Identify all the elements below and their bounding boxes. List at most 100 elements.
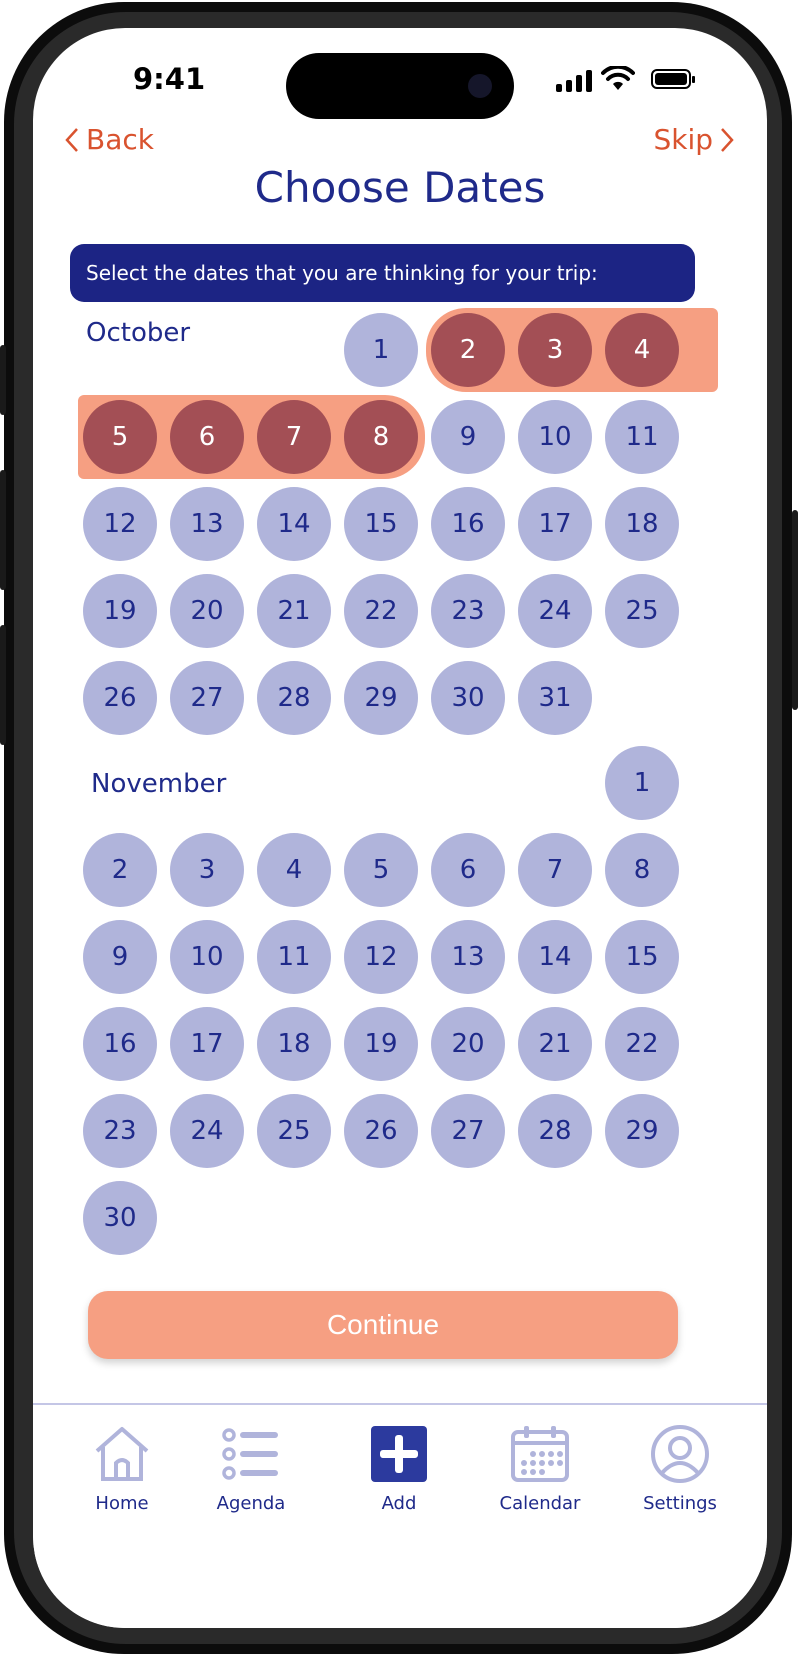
day-october-9[interactable]: 9 (431, 400, 505, 474)
tab-calendar-label: Calendar (499, 1493, 581, 1514)
day-november-27[interactable]: 27 (431, 1094, 505, 1168)
day-november-22[interactable]: 22 (605, 1007, 679, 1081)
day-november-21[interactable]: 21 (518, 1007, 592, 1081)
day-october-15[interactable]: 15 (344, 487, 418, 561)
day-november-5[interactable]: 5 (344, 833, 418, 907)
day-november-14[interactable]: 14 (518, 920, 592, 994)
tab-add[interactable]: Add (344, 1423, 454, 1514)
chevron-right-icon (721, 127, 734, 152)
cellular-signal-icon (556, 70, 594, 92)
tab-calendar[interactable]: Calendar (485, 1423, 595, 1514)
day-november-16[interactable]: 16 (83, 1007, 157, 1081)
day-october-21[interactable]: 21 (257, 574, 331, 648)
day-october-8[interactable]: 8 (344, 400, 418, 474)
day-october-22[interactable]: 22 (344, 574, 418, 648)
volume-down-button (0, 625, 6, 745)
day-november-26[interactable]: 26 (344, 1094, 418, 1168)
add-icon (371, 1426, 427, 1482)
day-november-7[interactable]: 7 (518, 833, 592, 907)
day-october-26[interactable]: 26 (83, 661, 157, 735)
skip-label: Skip (653, 123, 713, 156)
month-label-october: October (86, 318, 191, 348)
day-october-13[interactable]: 13 (170, 487, 244, 561)
day-november-4[interactable]: 4 (257, 833, 331, 907)
home-icon (95, 1427, 149, 1481)
day-october-17[interactable]: 17 (518, 487, 592, 561)
day-october-5[interactable]: 5 (83, 400, 157, 474)
day-november-10[interactable]: 10 (170, 920, 244, 994)
day-october-12[interactable]: 12 (83, 487, 157, 561)
settings-icon (651, 1425, 709, 1483)
tab-bar: Home Agenda Add Calendar Settings (33, 1403, 767, 1628)
day-october-16[interactable]: 16 (431, 487, 505, 561)
day-october-18[interactable]: 18 (605, 487, 679, 561)
day-november-24[interactable]: 24 (170, 1094, 244, 1168)
day-november-3[interactable]: 3 (170, 833, 244, 907)
day-october-4[interactable]: 4 (605, 313, 679, 387)
day-october-7[interactable]: 7 (257, 400, 331, 474)
volume-up-button (0, 470, 6, 590)
tab-agenda[interactable]: Agenda (196, 1423, 306, 1514)
day-november-15[interactable]: 15 (605, 920, 679, 994)
day-october-25[interactable]: 25 (605, 574, 679, 648)
day-october-20[interactable]: 20 (170, 574, 244, 648)
chevron-left-icon (65, 127, 78, 152)
day-october-14[interactable]: 14 (257, 487, 331, 561)
day-october-19[interactable]: 19 (83, 574, 157, 648)
day-october-10[interactable]: 10 (518, 400, 592, 474)
day-november-30[interactable]: 30 (83, 1181, 157, 1255)
day-october-30[interactable]: 30 (431, 661, 505, 735)
day-october-1[interactable]: 1 (344, 313, 418, 387)
continue-button[interactable]: Continue (88, 1291, 678, 1359)
day-november-9[interactable]: 9 (83, 920, 157, 994)
tab-home-label: Home (95, 1493, 149, 1514)
day-november-29[interactable]: 29 (605, 1094, 679, 1168)
tab-agenda-label: Agenda (216, 1493, 286, 1514)
tab-home[interactable]: Home (67, 1423, 177, 1514)
day-november-18[interactable]: 18 (257, 1007, 331, 1081)
tab-add-label: Add (381, 1493, 417, 1514)
battery-icon (651, 69, 695, 89)
dynamic-island (286, 53, 514, 119)
day-november-8[interactable]: 8 (605, 833, 679, 907)
day-october-2[interactable]: 2 (431, 313, 505, 387)
day-october-31[interactable]: 31 (518, 661, 592, 735)
app-screen: 9:41 Back Skip Choose Dates Select the d… (33, 28, 767, 1628)
day-november-6[interactable]: 6 (431, 833, 505, 907)
day-november-25[interactable]: 25 (257, 1094, 331, 1168)
day-november-12[interactable]: 12 (344, 920, 418, 994)
camera-icon (468, 74, 492, 98)
day-november-2[interactable]: 2 (83, 833, 157, 907)
page-title: Choose Dates (254, 163, 546, 212)
power-button (792, 510, 798, 710)
day-november-28[interactable]: 28 (518, 1094, 592, 1168)
day-october-23[interactable]: 23 (431, 574, 505, 648)
day-october-24[interactable]: 24 (518, 574, 592, 648)
instruction-banner: Select the dates that you are thinking f… (70, 244, 695, 302)
day-october-11[interactable]: 11 (605, 400, 679, 474)
back-label: Back (86, 123, 154, 156)
day-november-13[interactable]: 13 (431, 920, 505, 994)
day-november-17[interactable]: 17 (170, 1007, 244, 1081)
day-november-23[interactable]: 23 (83, 1094, 157, 1168)
status-time: 9:41 (133, 62, 206, 96)
day-october-27[interactable]: 27 (170, 661, 244, 735)
back-button[interactable]: Back (64, 123, 154, 156)
day-october-29[interactable]: 29 (344, 661, 418, 735)
silent-switch (0, 345, 6, 415)
tab-settings[interactable]: Settings (625, 1423, 735, 1514)
day-november-1[interactable]: 1 (605, 746, 679, 820)
month-label-november: November (91, 769, 227, 799)
calendar-icon (511, 1426, 569, 1482)
day-october-3[interactable]: 3 (518, 313, 592, 387)
day-november-11[interactable]: 11 (257, 920, 331, 994)
tab-settings-label: Settings (643, 1493, 717, 1514)
day-november-20[interactable]: 20 (431, 1007, 505, 1081)
agenda-icon (222, 1428, 278, 1480)
day-november-19[interactable]: 19 (344, 1007, 418, 1081)
day-october-28[interactable]: 28 (257, 661, 331, 735)
wifi-icon (601, 66, 635, 90)
instruction-text: Select the dates that you are thinking f… (86, 261, 598, 285)
skip-button[interactable]: Skip (653, 123, 735, 156)
day-october-6[interactable]: 6 (170, 400, 244, 474)
